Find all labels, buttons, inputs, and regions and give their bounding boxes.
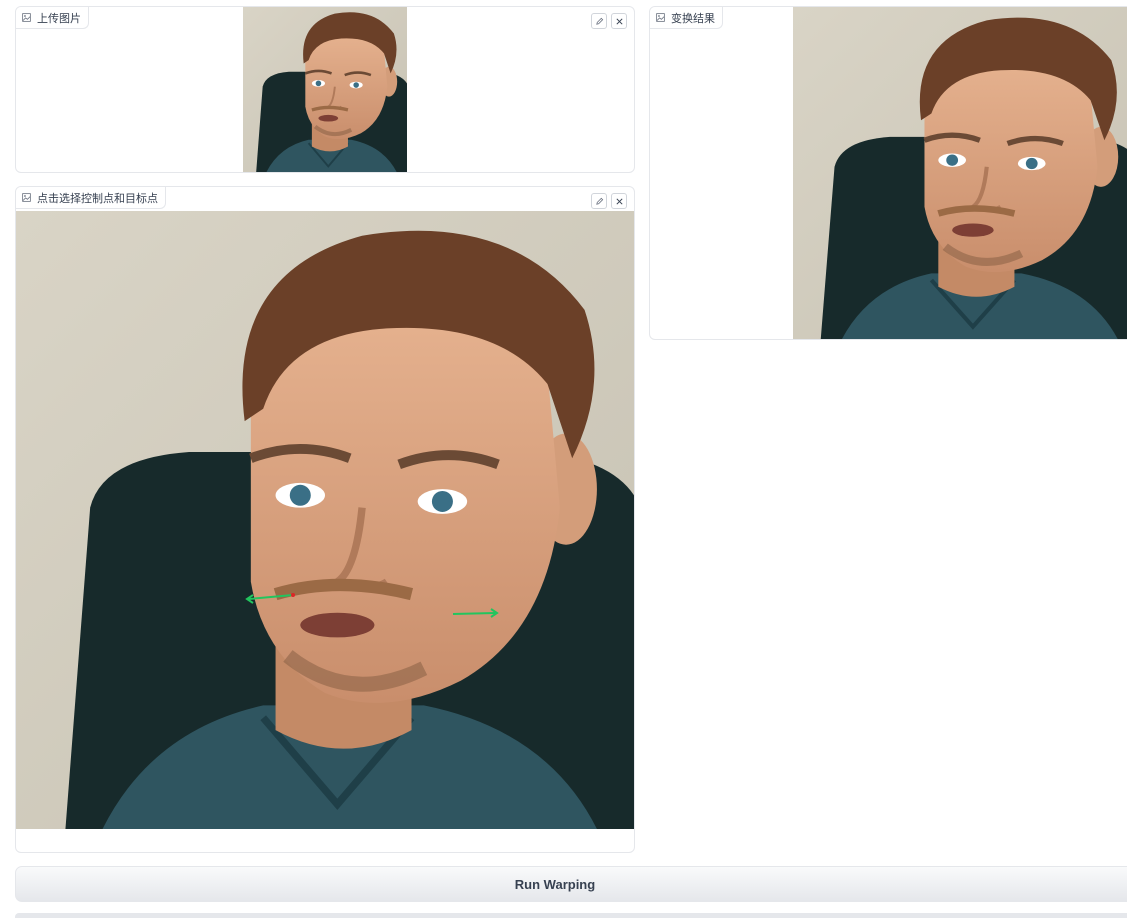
warped-face-photo <box>793 7 1127 340</box>
clear-button[interactable] <box>611 13 627 29</box>
upload-image-label: 上传图片 <box>37 12 81 25</box>
edit-button[interactable] <box>591 193 607 209</box>
result-label-tag: 变换结果 <box>650 7 723 29</box>
image-icon <box>22 193 31 202</box>
clear-button[interactable] <box>611 193 627 209</box>
image-icon <box>656 13 665 22</box>
result-panel: 变换结果 <box>649 6 1127 340</box>
select-points-label-tag: 点击选择控制点和目标点 <box>16 187 166 209</box>
upload-image-label-tag: 上传图片 <box>16 7 89 29</box>
image-icon <box>22 13 31 22</box>
uploaded-face-photo <box>243 7 407 172</box>
run-warping-button[interactable]: Run Warping <box>15 866 1127 902</box>
close-icon <box>615 17 623 25</box>
bottom-edge <box>15 913 1127 918</box>
editable-face-canvas[interactable] <box>16 211 634 829</box>
pencil-icon <box>595 197 603 205</box>
upload-image-panel[interactable]: 上传图片 <box>15 6 635 173</box>
pencil-icon <box>595 17 603 25</box>
close-icon <box>615 197 623 205</box>
run-warping-label: Run Warping <box>514 876 596 892</box>
result-label: 变换结果 <box>671 12 715 25</box>
select-points-label: 点击选择控制点和目标点 <box>37 192 158 205</box>
edit-button[interactable] <box>591 13 607 29</box>
select-points-panel[interactable]: 点击选择控制点和目标点 <box>15 186 635 853</box>
